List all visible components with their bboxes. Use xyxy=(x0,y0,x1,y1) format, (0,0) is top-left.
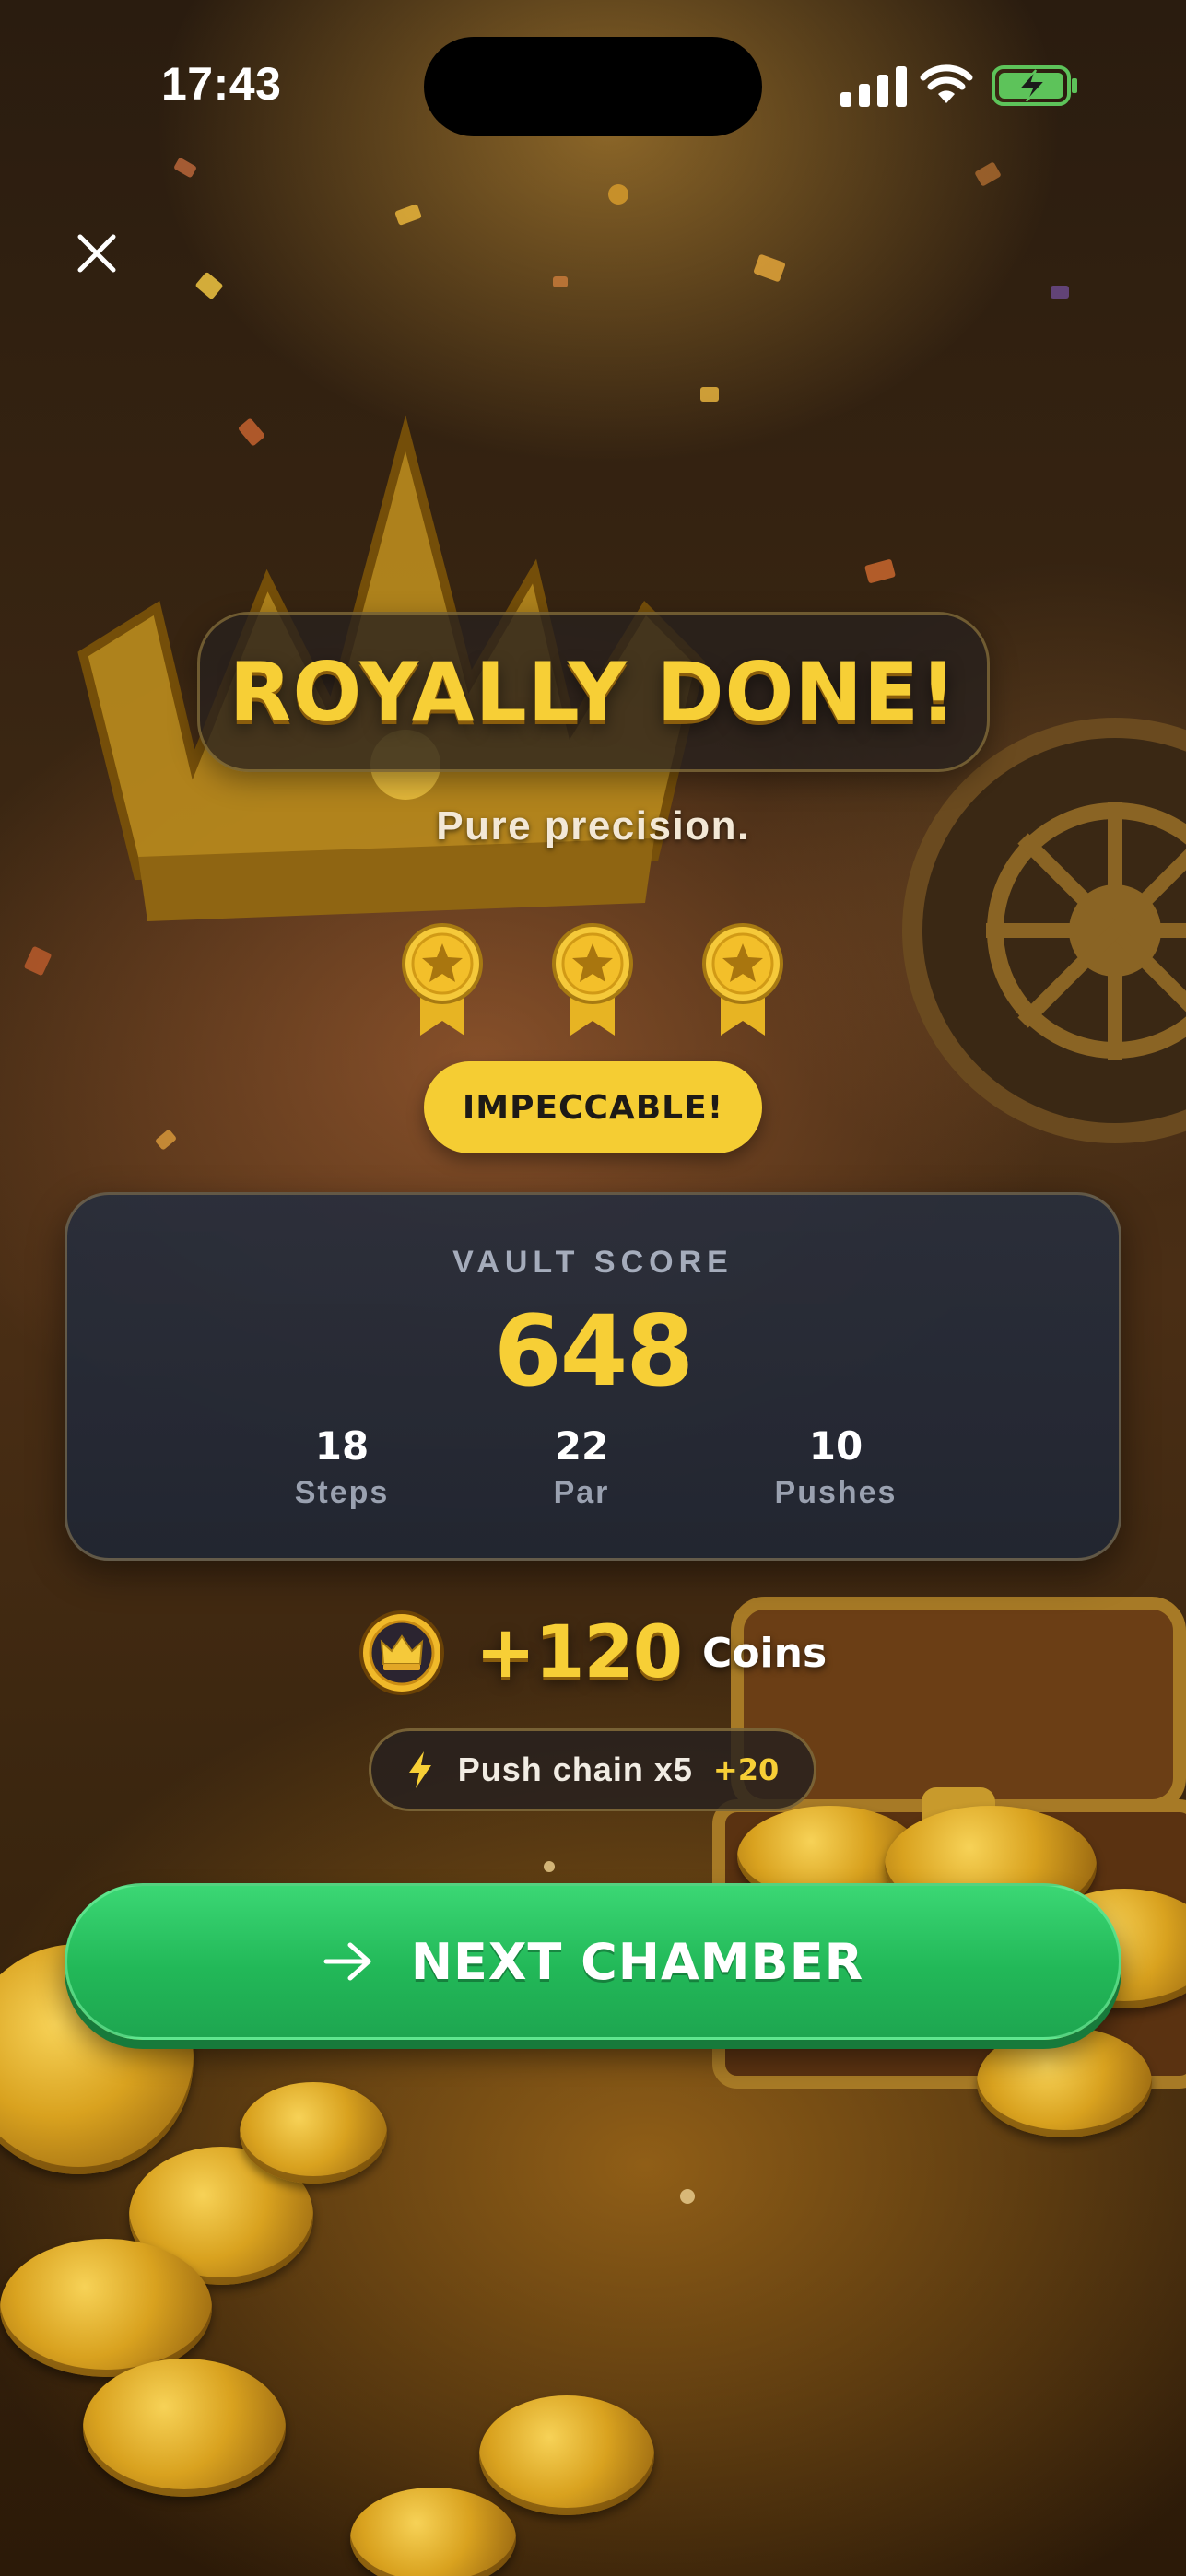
close-button[interactable] xyxy=(65,221,129,286)
arrow-right-icon xyxy=(323,1942,371,1981)
result-title-banner: ROYALLY DONE! xyxy=(197,612,990,772)
stat-label: Pushes xyxy=(774,1475,898,1511)
push-chain-bonus: Push chain x5 +20 xyxy=(369,1728,816,1811)
coin-reward: +120 Coins xyxy=(0,1609,1186,1697)
rank-label: IMPECCABLE! xyxy=(462,1088,724,1127)
confetti-piece xyxy=(544,1861,555,1872)
gold-coin xyxy=(350,2488,516,2576)
confetti-piece xyxy=(394,204,422,226)
close-icon xyxy=(77,234,116,273)
stat-value: 22 xyxy=(554,1423,609,1469)
confetti-piece xyxy=(23,945,53,977)
confetti-piece xyxy=(1051,286,1069,299)
star-medal-icon xyxy=(402,923,483,1036)
confetti-piece xyxy=(553,276,568,287)
bonus-label: Push chain x5 xyxy=(457,1751,693,1788)
stat-steps: 18 Steps xyxy=(250,1423,434,1511)
stat-pushes: 10 Pushes xyxy=(744,1423,928,1511)
next-chamber-button[interactable]: NEXT CHAMBER xyxy=(65,1883,1121,2040)
gold-coin xyxy=(977,2027,1152,2137)
next-chamber-label: NEXT CHAMBER xyxy=(410,1932,864,1991)
confetti-piece xyxy=(680,2189,695,2204)
coin-label: Coins xyxy=(702,1629,828,1677)
gold-coin xyxy=(479,2395,654,2515)
dynamic-island xyxy=(424,37,762,136)
stat-par: 22 Par xyxy=(489,1423,674,1511)
lightning-bolt-icon xyxy=(408,1751,431,1788)
result-subtitle: Pure precision. xyxy=(436,803,750,849)
score-label: VAULT SCORE xyxy=(452,1245,734,1280)
confetti-piece xyxy=(863,558,897,584)
gold-coin xyxy=(83,2359,286,2497)
score-card: VAULT SCORE 648 18 Steps 22 Par 10 Pushe… xyxy=(65,1192,1121,1561)
confetti-piece xyxy=(608,184,628,205)
status-bar: 17:43 xyxy=(0,0,1186,175)
confetti-piece xyxy=(194,271,224,300)
wifi-icon xyxy=(920,64,973,103)
confetti-piece xyxy=(753,253,786,283)
result-title: ROYALLY DONE! xyxy=(229,644,958,740)
crown-coin-icon xyxy=(358,1610,444,1695)
rank-badge: IMPECCABLE! xyxy=(424,1061,762,1153)
stat-label: Par xyxy=(553,1475,610,1511)
star-medal-icon xyxy=(702,923,783,1036)
bonus-amount: +20 xyxy=(712,1752,780,1787)
gold-coin xyxy=(240,2082,387,2184)
score-value: 648 xyxy=(493,1294,694,1408)
battery-charging-icon xyxy=(992,65,1077,106)
coin-amount: +120 xyxy=(475,1611,683,1694)
stat-label: Steps xyxy=(294,1475,390,1511)
star-medal-icon xyxy=(552,923,633,1036)
stat-value: 18 xyxy=(314,1423,370,1469)
stat-value: 10 xyxy=(808,1423,863,1469)
cellular-signal-icon xyxy=(840,66,907,107)
confetti-piece xyxy=(154,1129,178,1151)
gold-coin xyxy=(0,2239,212,2377)
status-time: 17:43 xyxy=(161,58,282,110)
